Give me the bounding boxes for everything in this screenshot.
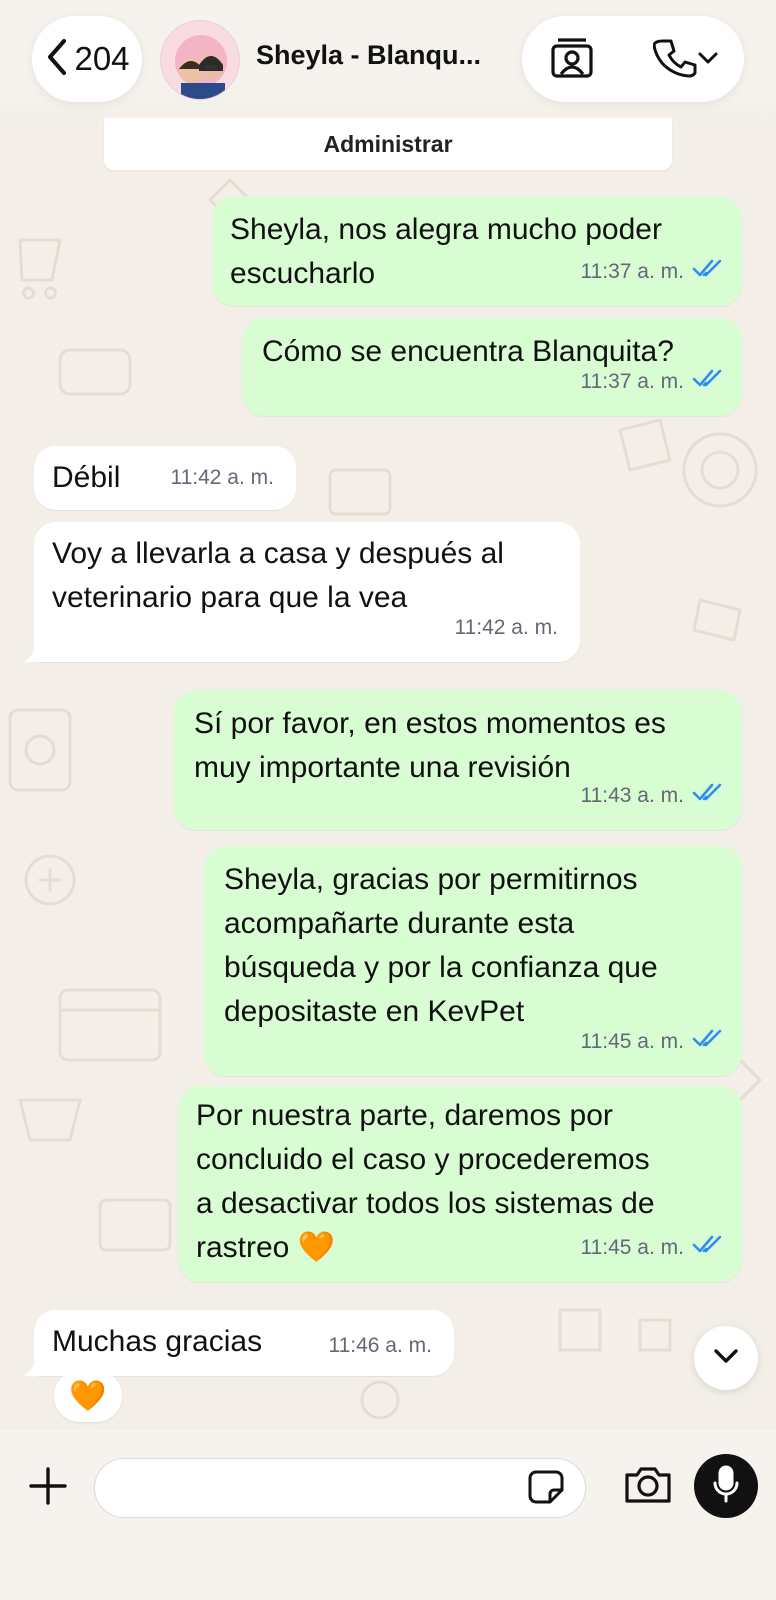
sticker-button[interactable]	[525, 1467, 569, 1511]
message-time: 11:45 a. m.	[580, 1030, 684, 1053]
bubble-tail	[24, 1350, 50, 1376]
chevron-down-icon	[697, 50, 719, 71]
message-time: 11:37 a. m.	[580, 260, 684, 283]
double-check-icon	[692, 1020, 724, 1064]
phone-icon	[652, 36, 697, 85]
bubble-tail	[24, 636, 50, 662]
message-meta: 11:42 a. m.	[170, 456, 274, 500]
message-bubble-outgoing[interactable]: Sheyla, gracias por permitirnos acompaña…	[204, 846, 742, 1076]
message-bubble-outgoing[interactable]: Cómo se encuentra Blanquita? 11:37 a. m.	[242, 318, 742, 416]
chat-header: 204 Sheyla - Blanqu...	[0, 0, 776, 120]
double-check-icon	[692, 360, 724, 404]
voice-call-button[interactable]	[646, 34, 726, 86]
message-bubble-outgoing[interactable]: Sheyla, nos alegra mucho poder escucharl…	[212, 196, 742, 306]
message-bubble-outgoing[interactable]: Sí por favor, en estos momentos es muy i…	[174, 690, 742, 830]
message-meta: 11:43 a. m.	[580, 774, 724, 818]
scroll-to-bottom-button[interactable]	[694, 1326, 758, 1390]
back-button[interactable]: 204	[32, 16, 142, 102]
admin-banner[interactable]: Administrar	[104, 118, 672, 170]
message-meta: 11:45 a. m.	[580, 1020, 724, 1064]
message-bubble-outgoing[interactable]: Por nuestra parte, daremos por concluido…	[178, 1086, 742, 1282]
back-chevron-icon	[44, 37, 70, 82]
voice-message-button[interactable]	[694, 1454, 758, 1518]
message-bubble-incoming[interactable]: Voy a llevarla a casa y después al veter…	[24, 522, 580, 662]
message-input[interactable]	[115, 1467, 495, 1511]
camera-icon	[623, 1463, 673, 1510]
message-meta: 11:42 a. m.	[454, 606, 558, 650]
message-input-box	[94, 1458, 586, 1518]
message-bubble-incoming[interactable]: Débil 11:42 a. m.	[34, 446, 296, 510]
double-check-icon	[692, 1226, 724, 1270]
message-text: Sheyla, gracias por permitirnos acompaña…	[224, 863, 658, 1028]
double-check-icon	[692, 774, 724, 818]
message-time: 11:45 a. m.	[580, 1236, 684, 1259]
heart-emoji: 🧡	[69, 1379, 107, 1413]
message-text: Muchas gracias	[52, 1325, 263, 1358]
message-text: Voy a llevarla a casa y después al veter…	[52, 537, 504, 614]
camera-button[interactable]	[620, 1460, 676, 1512]
message-time: 11:42 a. m.	[170, 466, 274, 489]
mic-icon	[711, 1464, 741, 1509]
double-check-icon	[692, 250, 724, 294]
video-call-button[interactable]	[546, 34, 598, 86]
message-meta: 11:37 a. m.	[580, 250, 724, 294]
video-call-icon	[548, 34, 596, 87]
message-composer	[0, 1430, 776, 1600]
unread-count: 204	[74, 40, 130, 77]
message-reaction[interactable]: 🧡	[54, 1370, 122, 1422]
message-time: 11:42 a. m.	[454, 616, 558, 639]
plus-icon	[28, 1466, 68, 1511]
message-meta: 11:46 a. m.	[328, 1324, 432, 1368]
avatar[interactable]	[160, 20, 240, 100]
attach-button[interactable]	[24, 1462, 72, 1514]
sticker-icon	[528, 1468, 566, 1511]
contact-name[interactable]: Sheyla - Blanqu...	[256, 40, 481, 71]
message-meta: 11:37 a. m.	[580, 360, 724, 404]
message-time: 11:43 a. m.	[580, 784, 684, 807]
message-meta: 11:45 a. m.	[580, 1226, 724, 1270]
message-bubble-incoming[interactable]: Muchas gracias 11:46 a. m.	[24, 1310, 454, 1376]
message-time: 11:37 a. m.	[580, 370, 684, 393]
message-time: 11:46 a. m.	[328, 1334, 432, 1357]
message-text: Débil	[52, 461, 121, 494]
call-actions	[522, 16, 744, 102]
admin-label: Administrar	[323, 130, 453, 157]
chevron-down-icon	[712, 1347, 740, 1370]
